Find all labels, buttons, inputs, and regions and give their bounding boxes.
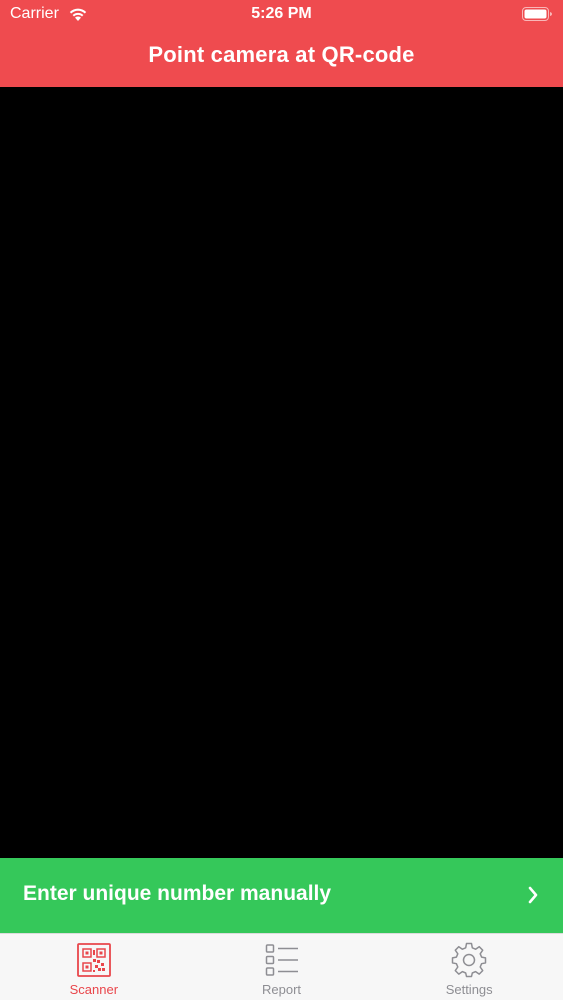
tab-scanner[interactable]: Scanner <box>0 934 188 1000</box>
chevron-right-icon <box>528 886 538 904</box>
header: Carrier 5:26 PM Point camera at QR-code <box>0 0 563 87</box>
status-bar: Carrier 5:26 PM <box>0 0 563 30</box>
tab-report[interactable]: Report <box>188 934 376 1000</box>
tab-bar: Scanner Report Settings <box>0 933 563 1000</box>
tab-label: Report <box>261 982 302 997</box>
tab-label: Scanner <box>69 982 119 997</box>
manual-entry-label: Enter unique number manually <box>23 882 332 905</box>
scanner-screen: Carrier 5:26 PM Point camera at QR-code … <box>0 0 563 1000</box>
camera-preview[interactable] <box>0 87 563 858</box>
list-icon <box>265 944 298 976</box>
manual-entry-button[interactable]: Enter unique number manually <box>0 858 563 933</box>
page-title: Point camera at QR-code <box>148 42 415 67</box>
battery-icon <box>522 7 552 21</box>
qr-code-icon <box>76 943 111 977</box>
tab-settings[interactable]: Settings <box>375 934 563 1000</box>
clock: 5:26 PM <box>251 5 312 22</box>
tab-label: Settings <box>445 982 493 997</box>
gear-icon <box>451 942 487 978</box>
